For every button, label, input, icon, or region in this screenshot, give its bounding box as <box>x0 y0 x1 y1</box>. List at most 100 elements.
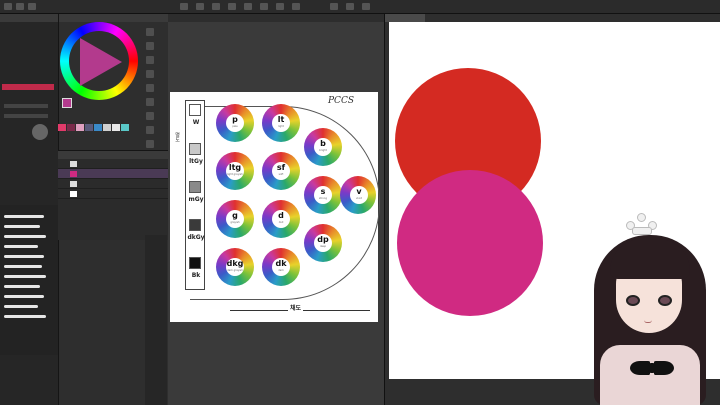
layer-row[interactable] <box>58 179 168 189</box>
tone-label: sf <box>276 163 286 172</box>
tool-icon[interactable] <box>4 3 12 10</box>
color-swatch[interactable] <box>67 124 75 131</box>
tone-sub: vivid <box>356 197 362 200</box>
tool-icon[interactable] <box>244 3 252 10</box>
horizontal-axis-label: 채도 <box>288 303 304 312</box>
tone-label: d <box>278 211 284 220</box>
tone-sub: deep <box>319 245 327 248</box>
layer-row-selected[interactable] <box>58 169 168 179</box>
tone-label: p <box>232 115 238 124</box>
avatar-eye <box>658 295 672 306</box>
tool-icon[interactable] <box>28 3 36 10</box>
tone-sub: soft <box>278 173 284 176</box>
tool-icon[interactable] <box>346 3 354 10</box>
grey-swatch <box>189 257 201 269</box>
brush-size-icon[interactable] <box>32 124 48 140</box>
layer-row[interactable] <box>58 159 168 169</box>
tone-label: v <box>356 187 362 196</box>
tool-icon[interactable] <box>146 140 154 148</box>
vtuber-avatar <box>580 205 720 405</box>
brush-stroke-item[interactable] <box>4 265 42 268</box>
canvas-tab[interactable] <box>168 14 384 22</box>
navigator-scroll[interactable] <box>145 235 167 405</box>
tone-label: dp <box>317 235 329 244</box>
tool-icon[interactable] <box>146 56 154 64</box>
tool-icon[interactable] <box>330 3 338 10</box>
panel-title <box>0 14 58 22</box>
tool-icon[interactable] <box>146 28 154 36</box>
tone-circle: ltg light grayish <box>216 152 254 190</box>
main-color-swatch[interactable] <box>62 98 72 108</box>
tone-circle: lt light <box>262 104 300 142</box>
avatar-ribbon <box>622 357 682 387</box>
tool-icon[interactable] <box>196 3 204 10</box>
tone-label: g <box>232 211 238 220</box>
tone-circle: s strong <box>304 176 342 214</box>
color-swatch[interactable] <box>121 124 129 131</box>
brush-stroke-item[interactable] <box>4 215 44 218</box>
tool-icon[interactable] <box>16 3 24 10</box>
tone-circle: dp deep <box>304 224 342 262</box>
brush-list <box>0 205 58 355</box>
vertical-axis-label: 명도 <box>174 132 180 142</box>
brush-stroke-item[interactable] <box>4 305 38 308</box>
tone-sub: dark <box>278 269 284 272</box>
grey-swatch <box>189 104 201 116</box>
pccs-chart: PCCS W ltGy mGy dkGy Bk 명도 p pale lt lig… <box>170 92 380 322</box>
size-slider[interactable] <box>4 104 48 108</box>
grey-label: ltGy <box>189 158 203 165</box>
tool-icon[interactable] <box>146 70 154 78</box>
brush-stroke-item[interactable] <box>4 295 44 298</box>
tone-circle: dk dark <box>262 248 300 286</box>
tool-icon[interactable] <box>146 84 154 92</box>
brush-stroke-item[interactable] <box>4 315 46 318</box>
tone-sub: light grayish <box>227 173 243 176</box>
top-toolbar <box>0 0 720 14</box>
layer-thumbnail <box>70 161 77 167</box>
grey-swatch <box>189 181 201 193</box>
color-swatch[interactable] <box>94 124 102 131</box>
avatar-eye <box>626 295 640 306</box>
tool-icon[interactable] <box>362 3 370 10</box>
tool-icon[interactable] <box>146 42 154 50</box>
tone-circle: v vivid <box>340 176 376 214</box>
opacity-slider[interactable] <box>4 114 48 118</box>
color-triangle[interactable] <box>80 38 122 86</box>
tone-circle: dkg dark grayish <box>216 248 254 286</box>
layer-row[interactable] <box>58 189 168 199</box>
grey-swatch <box>189 219 201 231</box>
tool-icon[interactable] <box>228 3 236 10</box>
brush-stroke-item[interactable] <box>4 225 40 228</box>
tool-icon[interactable] <box>146 126 154 134</box>
color-swatch[interactable] <box>112 124 120 131</box>
color-swatch[interactable] <box>103 124 111 131</box>
grey-scale-column: W ltGy mGy dkGy Bk <box>185 100 205 290</box>
brush-stroke-item[interactable] <box>4 255 44 258</box>
brush-stroke-item[interactable] <box>4 285 40 288</box>
canvas-tab[interactable] <box>385 14 425 22</box>
tone-label: b <box>320 139 326 148</box>
brush-preview <box>2 84 54 90</box>
grey-label: dkGy <box>187 234 205 241</box>
tone-circle: p pale <box>216 104 254 142</box>
brush-stroke-item[interactable] <box>4 275 46 278</box>
tone-circle: g grayish <box>216 200 254 238</box>
tone-sub: dull <box>278 221 284 224</box>
tool-icon[interactable] <box>146 112 154 120</box>
tool-icon[interactable] <box>260 3 268 10</box>
tool-icon[interactable] <box>276 3 284 10</box>
color-swatch[interactable] <box>76 124 84 131</box>
grey-swatch <box>189 143 201 155</box>
brush-stroke-item[interactable] <box>4 235 46 238</box>
color-swatch[interactable] <box>58 124 66 131</box>
tool-icon[interactable] <box>212 3 220 10</box>
color-swatch[interactable] <box>85 124 93 131</box>
tool-icon[interactable] <box>292 3 300 10</box>
brush-stroke-item[interactable] <box>4 245 38 248</box>
tool-icon[interactable] <box>146 98 154 106</box>
tone-circle: d dull <box>262 200 300 238</box>
crown-icon <box>626 211 658 237</box>
layer-thumbnail <box>70 181 77 187</box>
tool-icon[interactable] <box>180 3 188 10</box>
tone-label: dk <box>275 259 287 268</box>
